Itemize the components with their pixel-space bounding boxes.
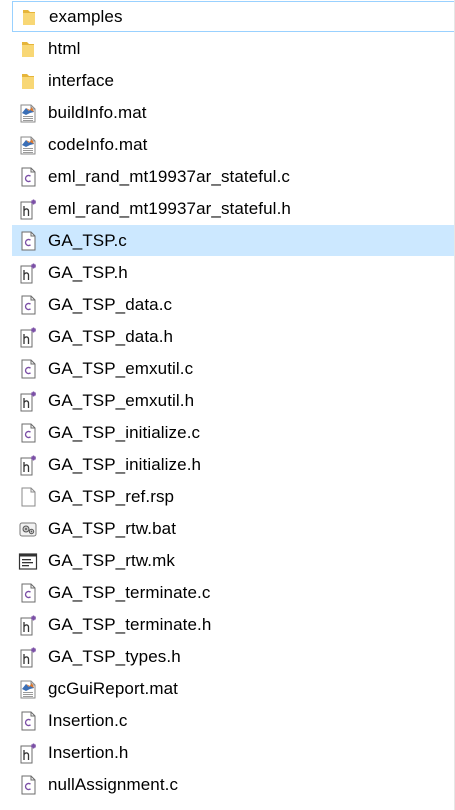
matlab-data-file-icon [18,134,38,156]
file-item[interactable]: GA_TSP_terminate.h [12,609,455,640]
c-header-file-icon [18,198,38,220]
file-name: nullAssignment.c [48,774,179,794]
file-name: eml_rand_mt19937ar_stateful.c [48,166,290,186]
c-source-file-icon [18,230,38,252]
file-name: interface [48,70,115,90]
c-source-file-icon [18,582,38,604]
file-item[interactable]: Insertion.c [12,705,455,736]
file-item[interactable]: eml_rand_mt19937ar_stateful.c [12,161,455,192]
file-name: eml_rand_mt19937ar_stateful.h [48,198,291,218]
matlab-data-file-icon [18,678,38,700]
file-name: html [48,38,81,58]
file-item[interactable]: codeInfo.mat [12,129,455,160]
c-source-file-icon [18,422,38,444]
file-item[interactable]: GA_TSP_data.c [12,289,455,320]
batch-file-icon [18,518,38,540]
file-name: buildInfo.mat [48,102,147,122]
file-item[interactable]: GA_TSP_types.h [12,641,455,672]
file-name: GA_TSP_data.h [48,326,174,346]
c-source-file-icon [18,358,38,380]
c-source-file-icon [18,710,38,732]
file-name: GA_TSP_emxutil.c [48,358,194,378]
file-name: examples [49,6,123,26]
file-item[interactable]: GA_TSP_ref.rsp [12,481,455,512]
makefile-icon [18,550,38,572]
file-name: GA_TSP_emxutil.h [48,390,195,410]
file-item[interactable]: buildInfo.mat [12,97,455,128]
file-item[interactable]: eml_rand_mt19937ar_stateful.h [12,193,455,224]
file-name: GA_TSP_rtw.mk [48,550,175,570]
file-item[interactable]: Insertion.h [12,737,455,768]
file-name: GA_TSP_types.h [48,646,181,666]
file-item[interactable]: GA_TSP_emxutil.h [12,385,455,416]
c-source-file-icon [18,166,38,188]
c-header-file-icon [18,614,38,636]
file-name: GA_TSP.c [48,230,127,250]
folder-item[interactable]: html [12,33,455,64]
file-item[interactable]: GA_TSP_initialize.c [12,417,455,448]
c-header-file-icon [18,742,38,764]
c-source-file-icon [18,774,38,796]
file-name: GA_TSP_terminate.c [48,582,211,602]
blank-file-icon [18,486,38,508]
file-name: GA_TSP_initialize.c [48,422,201,442]
matlab-data-file-icon [18,102,38,124]
file-name: GA_TSP_data.c [48,294,173,314]
file-name: GA_TSP_initialize.h [48,454,202,474]
folder-icon [19,6,39,28]
c-header-file-icon [18,646,38,668]
c-header-file-icon [18,390,38,412]
folder-icon [18,70,38,92]
file-item[interactable]: GA_TSP_data.h [12,321,455,352]
file-name: GA_TSP_ref.rsp [48,486,175,506]
folder-item[interactable]: interface [12,65,455,96]
folder-icon [18,38,38,60]
c-source-file-icon [18,294,38,316]
file-item[interactable]: GA_TSP_terminate.c [12,577,455,608]
file-item[interactable]: GA_TSP_rtw.mk [12,545,455,576]
file-item[interactable]: GA_TSP.c [12,225,455,256]
file-item[interactable]: GA_TSP_rtw.bat [12,513,455,544]
file-item[interactable]: GA_TSP_emxutil.c [12,353,455,384]
file-item[interactable]: GA_TSP.h [12,257,455,288]
file-name: GA_TSP.h [48,262,128,282]
folder-item[interactable]: examples [12,1,455,32]
file-item[interactable]: GA_TSP_initialize.h [12,449,455,480]
file-item[interactable]: nullAssignment.c [12,769,455,800]
file-name: gcGuiReport.mat [48,678,178,698]
file-name: codeInfo.mat [48,134,148,154]
file-name: Insertion.h [48,742,129,762]
c-header-file-icon [18,262,38,284]
c-header-file-icon [18,454,38,476]
file-name: GA_TSP_rtw.bat [48,518,177,538]
c-header-file-icon [18,326,38,348]
file-item[interactable]: gcGuiReport.mat [12,673,455,704]
file-name: GA_TSP_terminate.h [48,614,212,634]
file-name: Insertion.c [48,710,128,730]
